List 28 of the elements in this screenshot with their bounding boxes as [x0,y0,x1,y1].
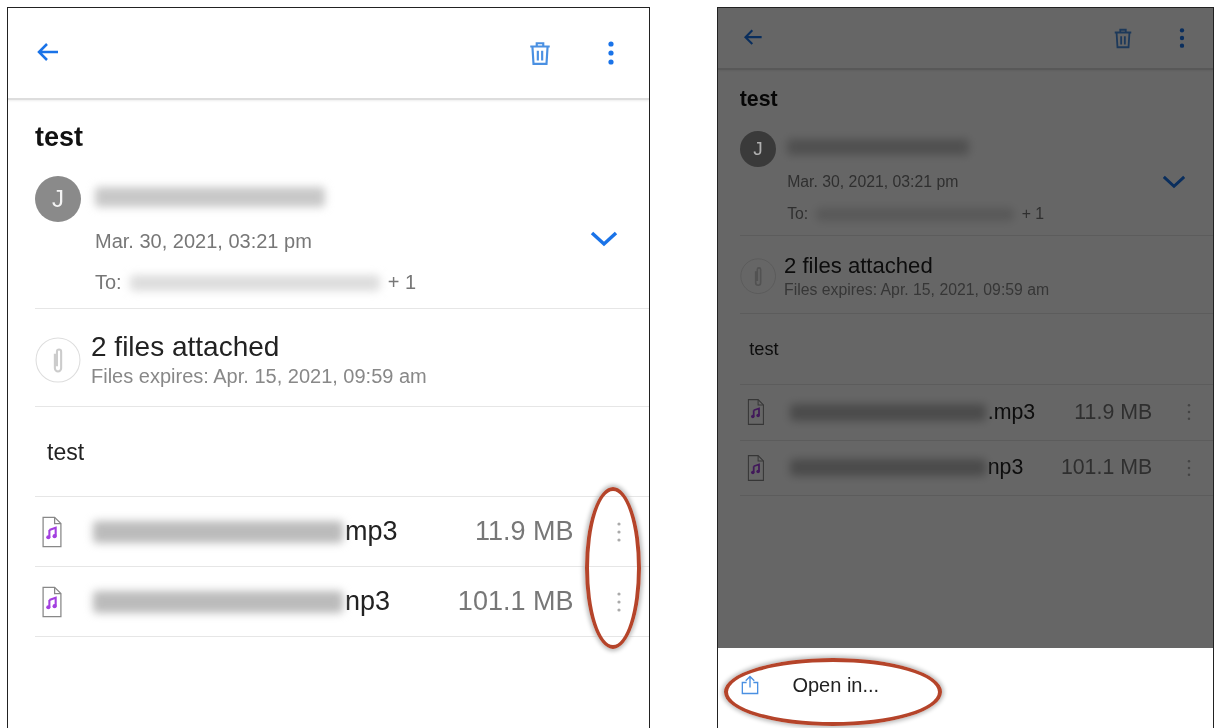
chevron-down-icon[interactable] [589,231,620,247]
more-options-icon[interactable] [617,521,622,542]
recipient-label: To: [95,271,122,294]
attachments-title: 2 files attached [91,331,281,363]
attachments-expiry: Files expires: Apr. 15, 2021, 09:59 am [91,365,427,388]
music-file-icon[interactable] [746,454,765,482]
email-date: Mar. 30, 2021, 03:21 pm [95,230,313,253]
file-size: 101.1 MB [456,586,574,617]
attachments-title: 2 files attached [784,252,934,279]
email-body: test [35,407,650,497]
paperclip-icon [35,336,81,383]
more-options-icon[interactable] [617,591,622,612]
email-subject: test [35,122,84,153]
email-subject: test [739,87,779,113]
file-name[interactable]: mp3 [345,516,415,547]
more-options-icon[interactable] [608,40,615,66]
email-body: test [739,314,1213,386]
share-icon[interactable] [740,673,761,697]
file-name[interactable]: np3 [345,586,415,617]
file-size: 11.9 MB [473,516,574,547]
music-file-icon[interactable] [746,398,765,426]
chevron-down-icon[interactable] [1161,175,1188,189]
recipient-count: + 1 [387,271,417,294]
music-file-icon[interactable] [41,585,63,618]
avatar: J [739,130,777,167]
more-options-icon[interactable] [1179,26,1185,50]
avatar: J [35,176,81,222]
music-file-icon[interactable] [41,515,63,548]
